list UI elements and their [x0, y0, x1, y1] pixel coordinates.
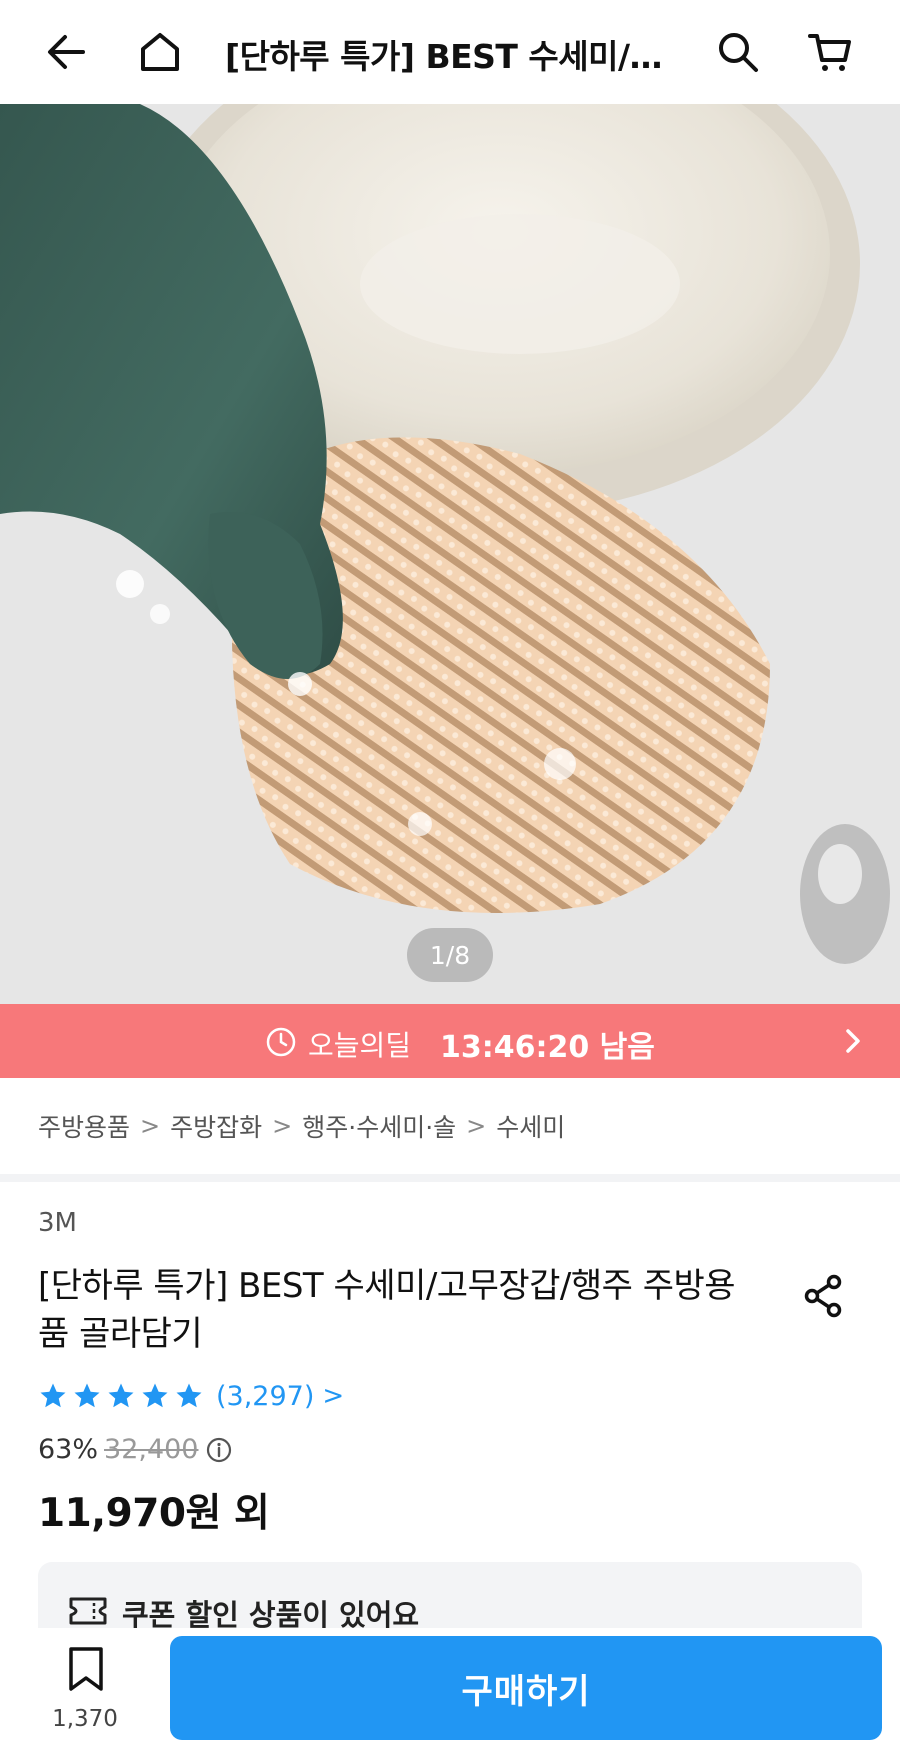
chevron-right-icon — [846, 1029, 860, 1053]
star-icon — [74, 1383, 100, 1408]
clock-icon — [266, 1027, 296, 1057]
deal-label: 오늘의딜 — [308, 1029, 412, 1062]
cart-icon — [808, 34, 851, 71]
breadcrumb-separator-icon: > — [466, 1112, 487, 1140]
star-icon — [108, 1383, 134, 1408]
discount-row: 63% 32,400 — [38, 1434, 233, 1465]
deal-countdown: 13:46:20 남음 — [440, 1030, 655, 1065]
original-price: 32,400 — [104, 1434, 199, 1465]
info-icon[interactable] — [205, 1436, 233, 1464]
coupon-icon — [69, 1597, 107, 1625]
back-button[interactable] — [36, 22, 96, 82]
rating-row[interactable]: (3,297) > — [38, 1376, 344, 1416]
top-header: [단하루 특가] BEST 수세미/고무장갑/행주 주방용품 골라담기 — [0, 0, 900, 104]
product-page: [단하루 특가] BEST 수세미/고무장갑/행주 주방용품 골라담기 — [0, 0, 900, 1755]
review-count[interactable]: (3,297) — [216, 1381, 314, 1412]
share-icon[interactable] — [800, 1272, 848, 1320]
star-icon — [142, 1383, 168, 1408]
product-photo — [0, 104, 900, 1004]
home-icon — [141, 33, 179, 71]
breadcrumb-item-cloth-sponge-brush[interactable]: 행주·수세미·솔 — [302, 1108, 456, 1144]
image-page-counter: 1/8 — [407, 928, 493, 982]
back-arrow-icon — [48, 35, 85, 69]
wishlist-count: 1,370 — [52, 1706, 118, 1732]
star-icon — [176, 1383, 202, 1408]
breadcrumb-item-kitchen-goods[interactable]: 주방잡화 — [170, 1108, 262, 1144]
todays-deal-bar[interactable]: 오늘의딜 13:46:20 남음 — [0, 1004, 900, 1078]
wishlist-button[interactable]: 1,370 — [40, 1644, 130, 1744]
star-icon — [40, 1383, 66, 1408]
breadcrumb-separator-icon: > — [140, 1112, 161, 1140]
discount-percent: 63% — [38, 1434, 99, 1465]
breadcrumb-item-kitchen[interactable]: 주방용품 — [38, 1108, 130, 1144]
buy-button[interactable]: 구매하기 — [170, 1636, 882, 1740]
cart-button[interactable] — [800, 22, 860, 82]
search-button[interactable] — [708, 22, 768, 82]
breadcrumb-item-sponge[interactable]: 수세미 — [496, 1108, 565, 1144]
sale-price: 11,970원 외 — [38, 1491, 270, 1536]
chevron-right-icon: > — [322, 1381, 345, 1411]
brand-name[interactable]: 3M — [38, 1208, 77, 1238]
breadcrumb-separator-icon: > — [272, 1112, 293, 1140]
breadcrumb: 주방용품 > 주방잡화 > 행주·수세미·솔 > 수세미 — [0, 1078, 900, 1174]
section-divider — [0, 1174, 900, 1182]
header-title: [단하루 특가] BEST 수세미/고무장갑/행주 주방용품 골라담기 — [225, 37, 665, 74]
bookmark-icon — [69, 1647, 103, 1691]
product-title: [단하루 특가] BEST 수세미/고무장갑/행주 주방용품 골라담기 — [38, 1266, 736, 1354]
product-image-carousel[interactable] — [0, 104, 900, 1004]
search-icon — [719, 33, 758, 72]
home-button[interactable] — [130, 22, 190, 82]
